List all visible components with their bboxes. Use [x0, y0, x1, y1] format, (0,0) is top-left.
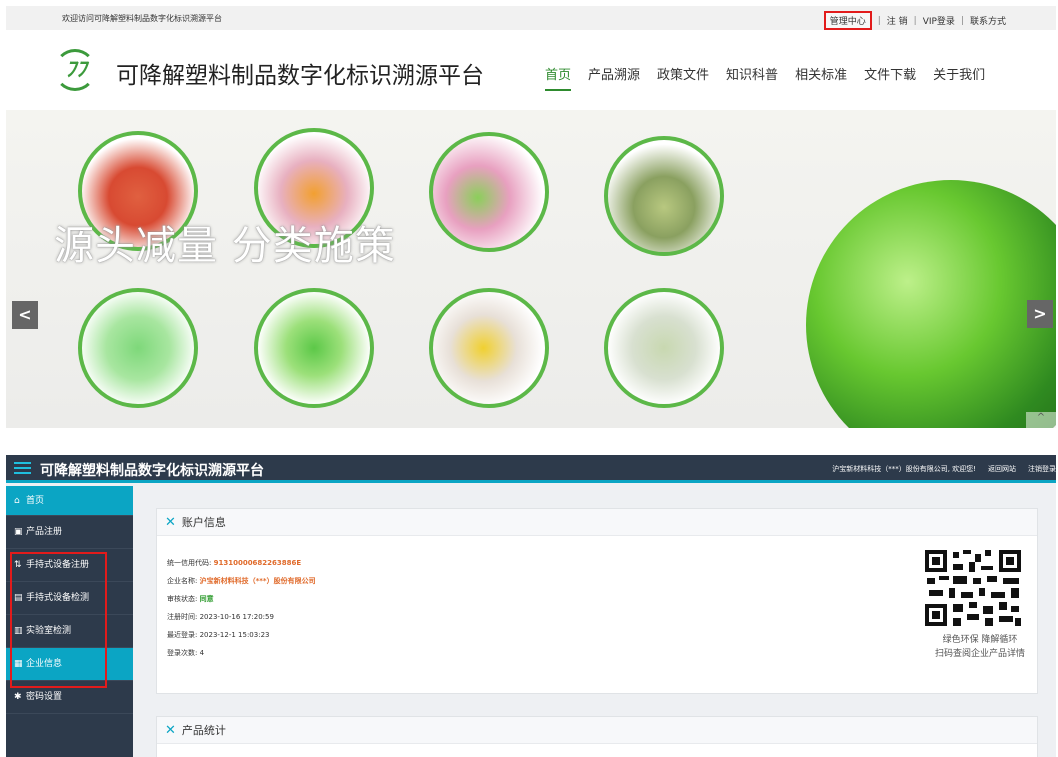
site-header: ﾌﾌ 可降解塑料制品数字化标识溯源平台 首页 产品溯源 政策文件 知识科普 相关… — [6, 30, 1056, 110]
account-info-list: 统一信用代码: 91310000682263886E 企业名称: 沪宝新材料科技… — [167, 559, 316, 657]
admin-logout-link[interactable]: 注销登录 — [1028, 464, 1056, 474]
nav-product-trace[interactable]: 产品溯源 — [588, 64, 640, 91]
credit-code-value: 91310000682263886E — [213, 559, 302, 567]
product-image-clear-bag — [429, 288, 549, 408]
highlight-box — [10, 552, 107, 688]
site-title: 可降解塑料制品数字化标识溯源平台 — [116, 63, 484, 89]
welcome-text: 欢迎访问可降解塑料制品数字化标识溯源平台 — [62, 14, 222, 23]
product-image-fruit-pack — [604, 136, 724, 256]
qr-code-icon — [923, 548, 1023, 628]
main-nav: 首页 产品溯源 政策文件 知识科普 相关标准 文件下载 关于我们 — [545, 64, 1002, 91]
carousel-prev-icon[interactable]: < — [12, 301, 38, 329]
vip-login-link[interactable]: VIP登录 — [923, 14, 955, 27]
nav-about[interactable]: 关于我们 — [933, 64, 985, 91]
nav-policy[interactable]: 政策文件 — [657, 64, 709, 91]
site-topbar: 欢迎访问可降解塑料制品数字化标识溯源平台 管理中心 | 注 销 | VIP登录 … — [6, 6, 1056, 30]
admin-panel: 可降解塑料制品数字化标识溯源平台 沪宝新材料科技（***）股份有限公司, 欢迎您… — [6, 455, 1056, 757]
contact-link[interactable]: 联系方式 — [970, 14, 1006, 27]
nav-standards[interactable]: 相关标准 — [795, 64, 847, 91]
product-card-header: ✕ 产品统计 — [157, 717, 1037, 744]
top-links: 管理中心 | 注 销 | VIP登录 | 联系方式 — [823, 11, 1006, 30]
product-stats-card: ✕ 产品统计 — [156, 716, 1038, 757]
green-globe-image — [806, 180, 1056, 428]
admin-user-links: 沪宝新材料科技（***）股份有限公司, 欢迎您! 返回网站 注销登录 — [832, 464, 1056, 474]
login-count-value: 4 — [199, 649, 205, 657]
collapse-x-icon[interactable]: ✕ — [165, 515, 176, 530]
nav-home[interactable]: 首页 — [545, 64, 572, 91]
back-to-top-icon[interactable]: ^ — [1026, 412, 1056, 428]
carousel-next-icon[interactable]: > — [1027, 300, 1053, 328]
account-card-header: ✕ 账户信息 — [157, 509, 1037, 536]
product-image-film-box — [604, 288, 724, 408]
nav-knowledge[interactable]: 知识科普 — [726, 64, 778, 91]
admin-title: 可降解塑料制品数字化标识溯源平台 — [40, 463, 264, 479]
account-info-card: ✕ 账户信息 统一信用代码: 91310000682263886E 企业名称: 沪… — [156, 508, 1038, 694]
home-icon: ⌂ — [14, 496, 20, 506]
hero-banner: 源头减量 分类施策 < > ^ — [6, 110, 1056, 428]
admin-sidebar: ⌂ 首页 ▣ 产品注册 ⇅ 手持式设备注册 ▤ 手持式设备检测 ▥ 实验室检测 ▦ 企业信息… — [6, 486, 133, 757]
greeting-text: 沪宝新材料科技（***）股份有限公司, 欢迎您! — [832, 465, 976, 473]
banner-slogan: 源头减量 分类施策 — [54, 223, 396, 269]
register-icon: ▣ — [14, 527, 23, 537]
logout-link[interactable]: 注 销 — [887, 14, 908, 27]
company-name-value: 沪宝新材料科技（***）股份有限公司 — [199, 577, 316, 585]
register-time-value: 2023-10-16 17:20:59 — [199, 613, 274, 621]
product-image-vest-bag — [254, 288, 374, 408]
management-center-link[interactable]: 管理中心 — [823, 11, 872, 30]
back-to-site-link[interactable]: 返回网站 — [988, 464, 1016, 474]
collapse-x-icon[interactable]: ✕ — [165, 723, 176, 738]
admin-topbar: 可降解塑料制品数字化标识溯源平台 沪宝新材料科技（***）股份有限公司, 欢迎您… — [6, 455, 1056, 483]
logo-mark-icon: ﾌﾌ — [65, 56, 87, 81]
last-login-value: 2023-12-1 15:03:23 — [199, 631, 270, 639]
sidebar-item-product-register[interactable]: ▣ 产品注册 — [6, 516, 133, 549]
qr-caption: 绿色环保 降解循环 扫码查阅企业产品详情 — [934, 635, 1025, 659]
audit-status-value: 同意 — [199, 595, 214, 603]
menu-icon[interactable] — [14, 462, 31, 476]
product-image-green-bags — [78, 288, 198, 408]
product-image-flowers — [429, 132, 549, 252]
sidebar-item-home[interactable]: ⌂ 首页 — [6, 486, 133, 516]
nav-downloads[interactable]: 文件下载 — [864, 64, 916, 91]
